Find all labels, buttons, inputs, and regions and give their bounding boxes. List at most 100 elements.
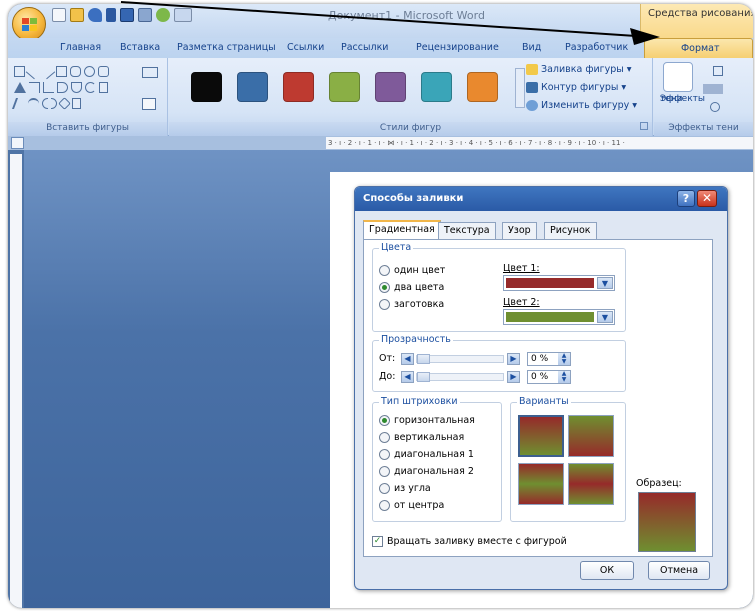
tab-mailings[interactable]: Рассылки (341, 42, 388, 53)
slider-left-arrow-icon[interactable]: ◀ (401, 371, 414, 383)
tab-developer[interactable]: Разработчик (565, 42, 628, 53)
tab-gradient[interactable]: Градиентная (363, 220, 441, 240)
wave-shape-icon[interactable] (28, 98, 39, 109)
style-swatch-teal[interactable] (421, 72, 452, 102)
rectangle-shape-icon[interactable] (56, 66, 67, 77)
insert-shape-icon[interactable] (156, 8, 170, 22)
shapes-gallery[interactable] (11, 63, 144, 116)
slider-right-arrow-icon[interactable]: ▶ (507, 371, 520, 383)
bracket-close-shape-icon[interactable] (51, 98, 57, 109)
right-arrow-shape-icon[interactable] (57, 82, 68, 93)
style-swatch-black[interactable] (191, 72, 222, 102)
tab-texture[interactable]: Текстура (438, 222, 496, 239)
nudge-shadow-down-icon[interactable] (710, 102, 720, 112)
ok-button[interactable]: ОК (580, 561, 634, 580)
radio-horizontal[interactable]: горизонтальная (379, 415, 475, 426)
to-slider[interactable]: ◀ ▶ (401, 371, 520, 383)
help-button[interactable]: ? (677, 190, 695, 207)
elbow-connector-shape-icon[interactable] (29, 82, 40, 93)
radio-one-color[interactable]: один цвет (379, 265, 445, 276)
undo-icon[interactable] (88, 8, 102, 22)
shape-outline-button[interactable]: Контур фигуры ▾ (526, 82, 626, 93)
rounded-rect-2-shape-icon[interactable] (98, 66, 109, 77)
shadow-on-off-icon[interactable] (713, 66, 723, 76)
office-button[interactable] (12, 7, 46, 41)
style-swatch-red[interactable] (283, 72, 314, 102)
down-arrow-shape-icon[interactable] (71, 82, 82, 93)
spin-arrows-icon[interactable]: ▲ ▼ (558, 353, 570, 365)
slider-track[interactable] (416, 354, 504, 364)
triangle-shape-icon[interactable] (14, 82, 26, 93)
color2-picker[interactable]: ▼ (503, 309, 615, 325)
horizontal-ruler[interactable]: 3 · ı · 2 · ı · 1 · ı · ⋈ · ı · 1 · ı · … (326, 137, 753, 149)
variant-bottom-left[interactable] (518, 463, 564, 505)
more-shapes-icon[interactable] (72, 98, 81, 109)
radio-diagonal-up[interactable]: диагональная 1 (379, 449, 474, 460)
style-swatch-purple[interactable] (375, 72, 406, 102)
slider-thumb[interactable] (417, 372, 430, 382)
style-swatch-green[interactable] (329, 72, 360, 102)
variant-bottom-right[interactable] (568, 463, 614, 505)
variant-top-left[interactable] (518, 415, 564, 457)
new-document-icon[interactable] (52, 8, 66, 22)
from-slider[interactable]: ◀ ▶ (401, 353, 520, 365)
line-shape-icon[interactable] (25, 63, 42, 80)
cancel-button[interactable]: Отмена (648, 561, 710, 580)
radio-from-center[interactable]: от центра (379, 500, 444, 511)
tab-review[interactable]: Рецензирование (416, 42, 499, 53)
tab-selector-icon[interactable] (11, 137, 24, 149)
tab-pattern[interactable]: Узор (502, 222, 537, 239)
vertical-ruler[interactable] (10, 154, 22, 608)
open-folder-icon[interactable] (70, 8, 84, 22)
shadow-effects-button[interactable]: Эффекты тени (660, 62, 705, 120)
tab-references[interactable]: Ссылки (287, 42, 324, 53)
radio-from-corner[interactable]: из угла (379, 483, 431, 494)
tab-insert[interactable]: Вставка (120, 42, 160, 53)
scroll-up-icon[interactable] (99, 82, 108, 93)
radio-vertical[interactable]: вертикальная (379, 432, 464, 443)
slider-track[interactable] (416, 372, 504, 382)
edit-text-icon[interactable] (142, 98, 156, 110)
oval-shape-icon[interactable] (84, 66, 95, 77)
customize-qat-icon[interactable] (174, 8, 192, 22)
tab-page-layout[interactable]: Разметка страницы (177, 42, 276, 53)
spin-arrows-icon[interactable]: ▲ ▼ (558, 371, 570, 383)
style-swatch-orange[interactable] (467, 72, 498, 102)
radio-two-colors[interactable]: два цвета (379, 282, 444, 293)
close-button[interactable]: ✕ (697, 190, 717, 207)
variant-top-right[interactable] (568, 415, 614, 457)
rotate-with-shape-checkbox[interactable]: ✓ Вращать заливку вместе с фигурой (372, 536, 567, 547)
radio-diagonal-down[interactable]: диагональная 2 (379, 466, 474, 477)
to-spinbox[interactable]: 0 % ▲ ▼ (527, 370, 571, 384)
dialog-title-bar[interactable]: Способы заливки ? ✕ (355, 187, 727, 211)
nudge-shadow-icon[interactable] (703, 84, 723, 94)
edit-shape-icon[interactable] (142, 67, 158, 78)
tab-format[interactable]: Формат (644, 38, 753, 58)
style-swatch-blue[interactable] (237, 72, 268, 102)
star-shape-icon[interactable] (58, 97, 71, 110)
chevron-down-icon[interactable]: ▼ (597, 311, 613, 323)
color1-picker[interactable]: ▼ (503, 275, 615, 291)
tab-view[interactable]: Вид (522, 42, 541, 53)
print-preview-icon[interactable] (138, 8, 152, 22)
diagonal-line-shape-icon[interactable] (39, 63, 56, 80)
tab-picture[interactable]: Рисунок (544, 222, 597, 239)
rounded-rectangle-shape-icon[interactable] (70, 66, 81, 77)
change-shape-button[interactable]: Изменить фигуру ▾ (526, 100, 637, 111)
slider-thumb[interactable] (417, 354, 430, 364)
tab-home[interactable]: Главная (60, 42, 101, 53)
slider-right-arrow-icon[interactable]: ▶ (507, 353, 520, 365)
radio-preset[interactable]: заготовка (379, 299, 444, 310)
lightning-shape-icon[interactable] (11, 98, 28, 109)
save-icon[interactable] (120, 8, 134, 22)
redo-icon[interactable] (106, 8, 116, 22)
styles-gallery-scroll[interactable] (515, 68, 525, 108)
chevron-down-icon[interactable]: ▼ (597, 277, 613, 289)
circular-arrow-shape-icon[interactable] (85, 82, 96, 93)
slider-left-arrow-icon[interactable]: ◀ (401, 353, 414, 365)
from-spinbox[interactable]: 0 % ▲ ▼ (527, 352, 571, 366)
textbox-shape-icon[interactable] (14, 66, 25, 77)
bracket-open-shape-icon[interactable] (42, 98, 48, 109)
curved-connector-shape-icon[interactable] (43, 82, 54, 93)
shape-fill-button[interactable]: Заливка фигуры ▾ (526, 64, 632, 75)
